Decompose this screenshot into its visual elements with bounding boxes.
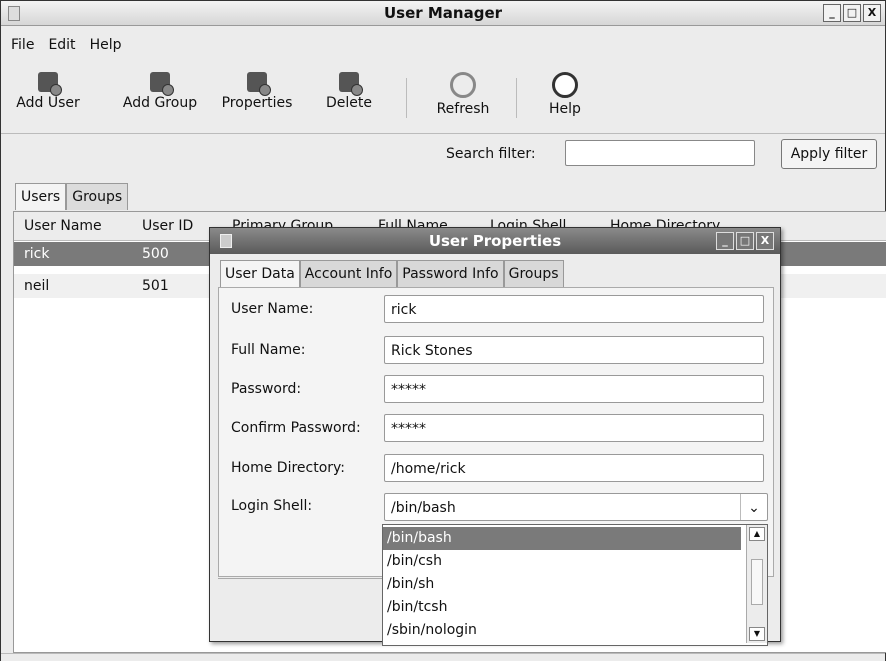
chevron-down-icon[interactable]: ⌄ — [740, 494, 767, 520]
dialog-minimize-button[interactable]: _ — [716, 232, 734, 250]
window-title: User Manager — [383, 4, 503, 22]
confirm-password-field[interactable]: ***** — [384, 414, 764, 442]
close-button[interactable]: X — [863, 4, 881, 22]
scroll-up-icon[interactable]: ▲ — [749, 527, 765, 541]
refresh-label: Refresh — [436, 101, 490, 117]
title-bar: User Manager _ □ X — [1, 1, 885, 26]
login-shell-label: Login Shell: — [231, 498, 313, 514]
dropdown-scrollbar[interactable]: ▲ ▼ — [746, 525, 767, 643]
home-directory-label: Home Directory: — [231, 460, 346, 476]
menu-help[interactable]: Help — [90, 37, 122, 59]
tab-groups[interactable]: Groups — [503, 260, 564, 287]
status-bar — [1, 653, 885, 661]
user-name-field[interactable]: rick — [384, 295, 764, 323]
toolbar: Add User Add Group Properties Delete Ref… — [1, 72, 885, 130]
tab-account-info[interactable]: Account Info — [299, 260, 398, 287]
login-shell-dropdown: /bin/bash /bin/csh /bin/sh /bin/tcsh /sb… — [382, 524, 768, 646]
dialog-close-button[interactable]: X — [756, 232, 774, 250]
dialog-title: User Properties — [428, 232, 562, 250]
cell-user-name: neil — [24, 278, 50, 294]
confirm-password-label: Confirm Password: — [231, 420, 361, 436]
scroll-thumb[interactable] — [751, 559, 763, 605]
dialog-title-bar: User Properties _ □ X — [210, 228, 780, 254]
tab-user-data[interactable]: User Data — [220, 260, 300, 287]
dialog-maximize-button[interactable]: □ — [736, 232, 754, 250]
add-user-icon — [38, 72, 62, 96]
add-group-button[interactable]: Add Group — [115, 72, 205, 111]
refresh-icon — [450, 72, 476, 98]
add-group-label: Add Group — [122, 95, 198, 111]
full-name-field[interactable]: Rick Stones — [384, 336, 764, 364]
password-label: Password: — [231, 381, 302, 397]
delete-button[interactable]: Delete — [319, 72, 379, 111]
delete-user-icon — [339, 72, 363, 96]
search-filter-label: Search filter: — [446, 146, 536, 162]
properties-icon — [247, 72, 271, 96]
menu-edit[interactable]: Edit — [48, 37, 75, 59]
menu-bar: File Edit Help — [1, 37, 121, 59]
shell-option[interactable]: /bin/csh — [383, 550, 741, 573]
shell-option[interactable]: /bin/sh — [383, 573, 741, 596]
properties-label: Properties — [221, 95, 293, 111]
search-filter-input[interactable] — [565, 140, 755, 166]
add-user-button[interactable]: Add User — [13, 72, 83, 111]
home-directory-field[interactable]: /home/rick — [384, 454, 764, 482]
toolbar-separator — [516, 78, 517, 118]
apply-filter-button[interactable]: Apply filter — [781, 139, 877, 169]
help-button[interactable]: Help — [543, 72, 587, 117]
col-user-name[interactable]: User Name — [24, 218, 102, 234]
tab-users[interactable]: Users — [15, 183, 67, 210]
add-group-icon — [150, 72, 174, 96]
help-label: Help — [549, 101, 581, 117]
cell-user-id: 500 — [142, 246, 169, 262]
help-lifebuoy-icon — [552, 72, 578, 98]
main-tabs: Users Groups — [15, 183, 129, 210]
dialog-tabs: User Data Account Info Password Info Gro… — [220, 260, 564, 287]
toolbar-separator — [406, 78, 407, 118]
shell-option[interactable]: /bin/bash — [383, 527, 741, 550]
delete-label: Delete — [326, 95, 372, 111]
login-shell-value: /bin/bash — [391, 500, 456, 516]
shell-option[interactable]: /bin/tcsh — [383, 596, 741, 619]
add-user-label: Add User — [16, 95, 80, 111]
cell-user-name: rick — [24, 246, 50, 262]
search-row: Search filter: Apply filter — [1, 137, 885, 173]
password-field[interactable]: ***** — [384, 375, 764, 403]
minimize-button[interactable]: _ — [823, 4, 841, 22]
tab-groups[interactable]: Groups — [66, 183, 129, 210]
scroll-down-icon[interactable]: ▼ — [749, 627, 765, 641]
menu-file[interactable]: File — [11, 37, 34, 59]
divider — [1, 133, 885, 134]
tab-password-info[interactable]: Password Info — [397, 260, 504, 287]
refresh-button[interactable]: Refresh — [425, 72, 501, 117]
shell-option[interactable]: /sbin/nologin — [383, 619, 741, 642]
maximize-button[interactable]: □ — [843, 4, 861, 22]
col-user-id[interactable]: User ID — [142, 218, 193, 234]
full-name-label: Full Name: — [231, 342, 306, 358]
login-shell-select[interactable]: /bin/bash ⌄ — [384, 493, 768, 521]
properties-button[interactable]: Properties — [213, 72, 301, 111]
user-name-label: User Name: — [231, 301, 314, 317]
cell-user-id: 501 — [142, 278, 169, 294]
